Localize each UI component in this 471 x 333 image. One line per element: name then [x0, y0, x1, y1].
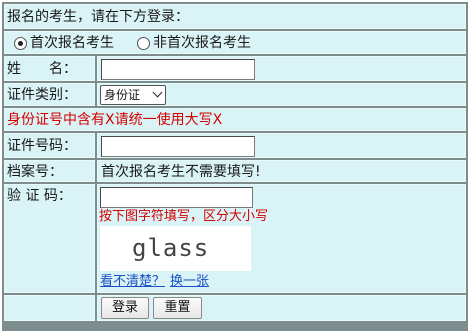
- header-prompt: 报名的考生，请在下方登录：: [7, 9, 189, 25]
- name-label: 姓 名：: [7, 61, 77, 77]
- archive-note: 首次报名考生不需要填写!: [101, 164, 261, 180]
- radio-selected-dot: [18, 41, 23, 46]
- login-button[interactable]: 登录: [101, 297, 149, 319]
- name-input-cell: [97, 56, 466, 81]
- archive-label: 档案号：: [7, 164, 63, 180]
- name-label-cell: 姓 名：: [4, 56, 95, 81]
- captcha-image-text: glass: [132, 234, 210, 262]
- chevron-down-icon: [152, 87, 163, 98]
- captcha-hint: 按下图字符填写，区分大小写: [99, 209, 269, 224]
- idtype-label: 证件类别：: [7, 87, 77, 103]
- captcha-input[interactable]: [100, 187, 253, 208]
- archive-label-cell: 档案号：: [4, 160, 95, 182]
- archive-note-cell: 首次报名考生不需要填写!: [97, 160, 466, 182]
- captcha-refresh-question[interactable]: 看不清楚？: [100, 273, 165, 291]
- header-row: 报名的考生，请在下方登录：: [4, 4, 466, 29]
- idtype-selected-value: 身份证: [104, 88, 141, 102]
- actions-label-cell: [4, 295, 95, 321]
- name-input[interactable]: [101, 59, 255, 80]
- idnum-input[interactable]: [101, 136, 255, 157]
- idtype-label-cell: 证件类别：: [4, 83, 95, 106]
- idtype-select[interactable]: 身份证: [100, 85, 166, 105]
- id-notice: 身份证号中含有X请统一使用大写X: [7, 112, 223, 128]
- captcha-refresh-link[interactable]: 换一张: [170, 273, 209, 291]
- reset-button[interactable]: 重置: [153, 297, 202, 319]
- captcha-label-cell: 验 证 码：: [4, 184, 95, 293]
- id-notice-row: 身份证号中含有X请统一使用大写X: [4, 108, 466, 131]
- radio-first-time-label[interactable]: 首次报名考生: [30, 34, 114, 52]
- idnum-label: 证件号码：: [7, 138, 77, 154]
- radio-repeat-label[interactable]: 非首次报名考生: [153, 34, 251, 52]
- mode-row: 首次报名考生 非首次报名考生: [4, 31, 466, 54]
- idnum-label-cell: 证件号码：: [4, 133, 95, 158]
- radio-repeat[interactable]: [137, 37, 150, 50]
- captcha-label: 验 证 码：: [7, 188, 72, 204]
- captcha-image: glass: [100, 226, 251, 271]
- radio-first-time[interactable]: [14, 37, 27, 50]
- idnum-input-cell: [97, 133, 466, 158]
